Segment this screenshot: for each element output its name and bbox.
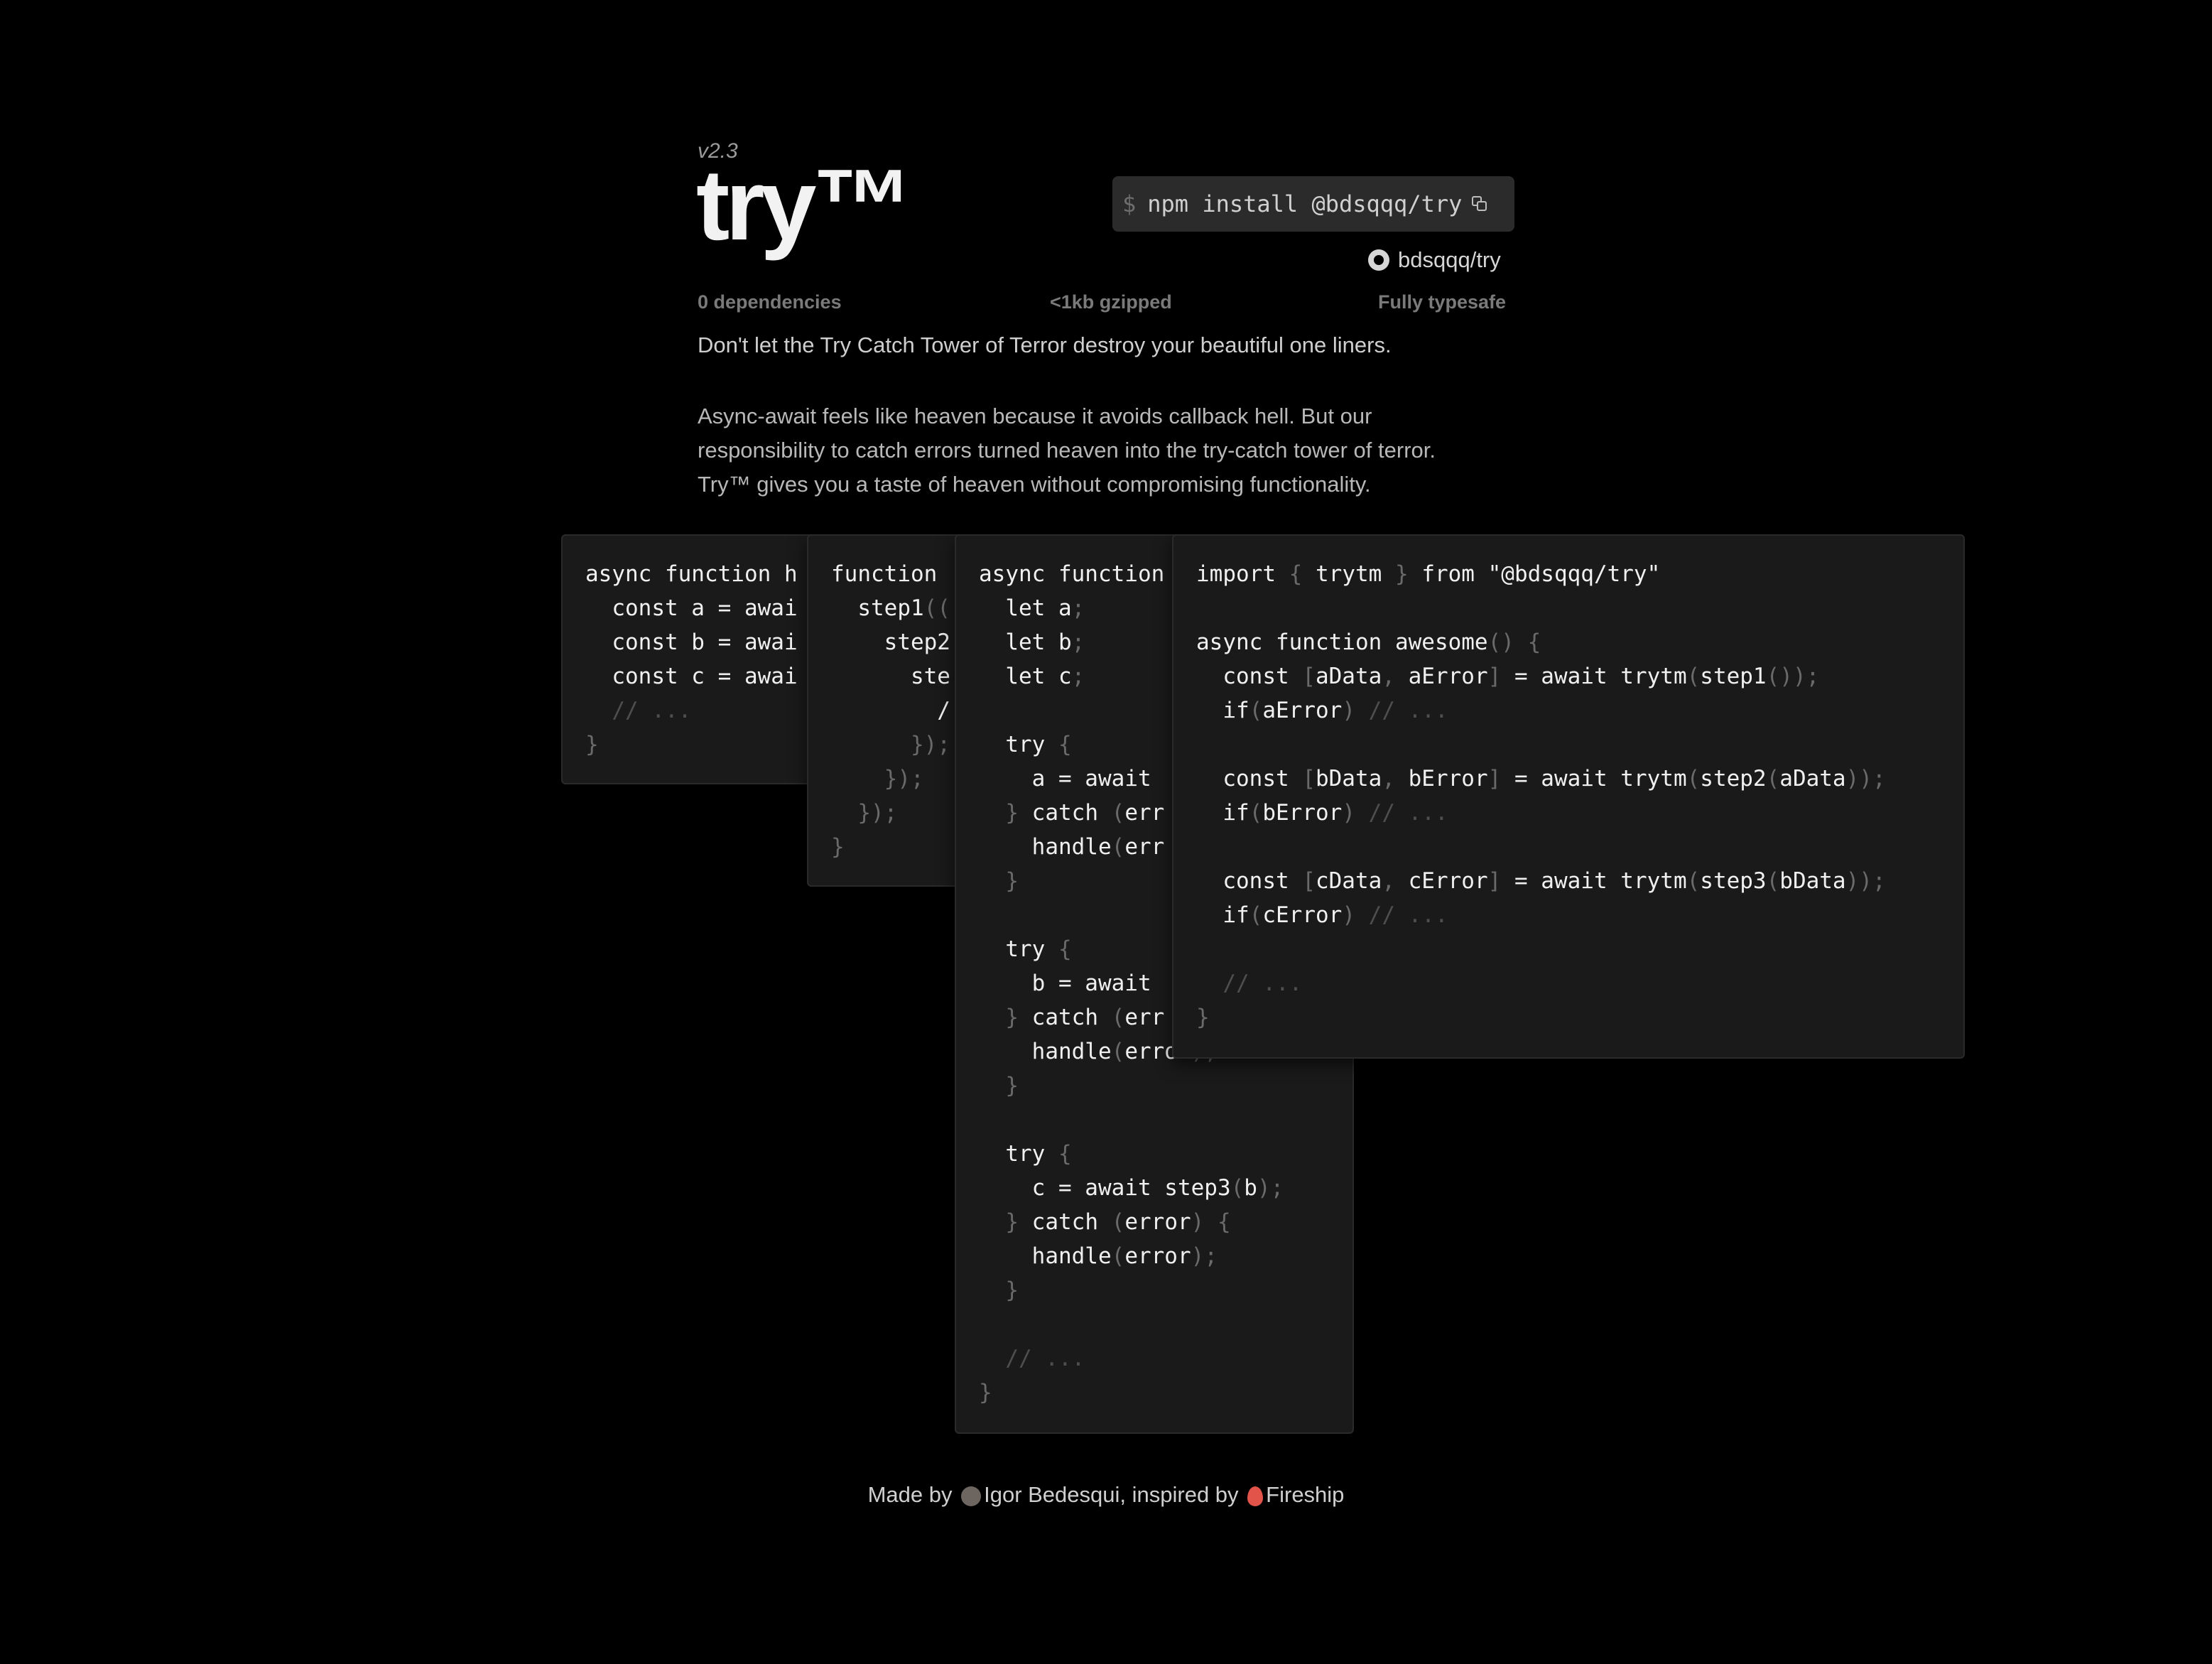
author-avatar (961, 1486, 982, 1506)
code-block: async function h const a = awai const b … (585, 561, 798, 757)
fireship-link[interactable]: Fireship (1266, 1482, 1344, 1507)
shell-prompt: $ (1122, 190, 1137, 217)
code-card-trytm: import { trytm } from "@bdsqqq/try" asyn… (1172, 534, 1965, 1059)
footer-inspired-by: , inspired by (1119, 1482, 1239, 1507)
tagline: Don't let the Try Catch Tower of Terror … (698, 333, 1392, 357)
stat-size: <1kb gzipped (1050, 291, 1172, 313)
github-link-label: bdsqqq/try (1398, 247, 1501, 272)
code-block: import { trytm } from "@bdsqqq/try" asyn… (1196, 561, 1886, 1030)
description: Async-await feels like heaven because it… (698, 399, 1529, 502)
description-line: responsibility to catch errors turned he… (698, 438, 1436, 463)
footer: Made by Igor Bedesqui, inspired by Fires… (0, 1482, 2212, 1508)
stat-dependencies: 0 dependencies (698, 291, 842, 313)
github-icon (1368, 249, 1389, 271)
fire-icon (1247, 1486, 1264, 1506)
install-command-box[interactable]: $ npm install @bdsqqq/try (1112, 176, 1514, 232)
logo-title: try™ (696, 148, 913, 261)
description-line: Async-await feels like heaven because it… (698, 404, 1372, 428)
copy-icon[interactable] (1472, 196, 1487, 212)
github-link[interactable]: bdsqqq/try (1368, 247, 1501, 273)
install-command-text[interactable]: npm install @bdsqqq/try (1147, 190, 1462, 217)
author-link[interactable]: Igor Bedesqui (984, 1482, 1119, 1507)
code-card-async-await: async function h const a = awai const b … (561, 534, 845, 784)
description-line: Try™ gives you a taste of heaven without… (698, 472, 1371, 497)
stat-typesafe: Fully typesafe (1378, 291, 1507, 313)
footer-made-by: Made by (867, 1482, 953, 1507)
